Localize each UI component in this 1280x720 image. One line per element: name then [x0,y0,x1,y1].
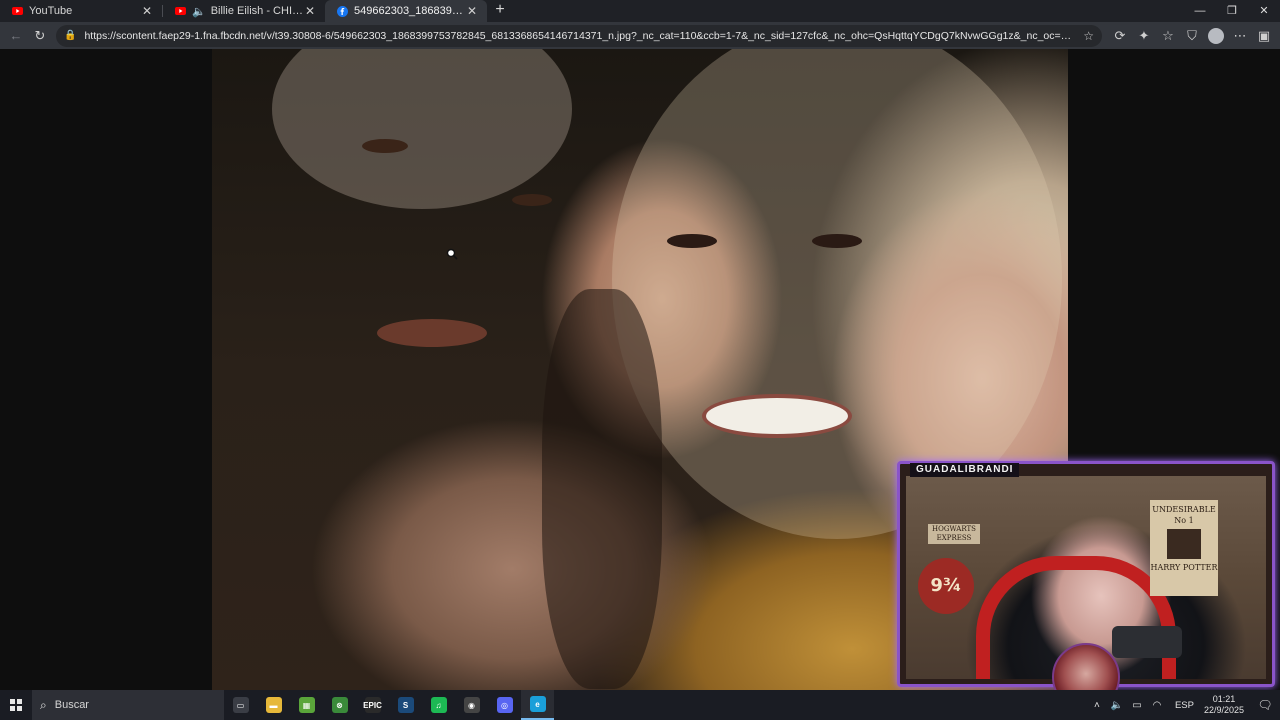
file-explorer-icon: ▬ [265,697,282,713]
discord-icon: ◎ [496,697,513,713]
system-tray: ˄ 🔈 ▭ ◠ ESP 01:21 22/9/2025 🗨 [1087,690,1280,720]
taskbar: ⌕ Buscar ▭ ▬ ▦ ⊗ EPIC S ♫ ◉ ◎ e ˄ 🔈 ▭ ◠ ESP 01:21… [0,690,1280,720]
hair-left [272,49,572,209]
taskbar-search[interactable]: ⌕ Buscar [32,690,224,720]
close-window-icon[interactable]: ✕ [1248,0,1280,22]
tab-youtube[interactable]: YouTube ✕ [0,0,162,22]
taskbar-app-file-explorer[interactable]: ▬ [257,690,290,720]
window-controls: — ❐ ✕ [1184,0,1280,22]
chevron-up-icon[interactable]: ˄ [1089,700,1105,711]
poster-portrait [1167,529,1201,559]
poster-number: No 1 [1174,516,1194,525]
browser-essentials-shield-icon[interactable]: ⛉ [1180,25,1204,47]
clock-date: 22/9/2025 [1203,705,1244,715]
taskbar-app-task-view[interactable]: ▭ [224,690,257,720]
restore-icon[interactable]: ❐ [1216,0,1248,22]
smile-right [702,394,852,438]
taskbar-app-chrome-like[interactable]: ◉ [455,690,488,720]
edge-icon: e [529,696,546,712]
taskbar-app-edge[interactable]: e [521,690,554,720]
tab-label: Billie Eilish - CHIHIRO (Offici [210,5,303,17]
chrome-like-icon: ◉ [463,697,480,713]
tab-strip: YouTube ✕ 🔈 Billie Eilish - CHIHIRO (Off… [0,0,1280,22]
taskbar-app-spotify[interactable]: ♫ [422,690,455,720]
taskbar-app-epic-games[interactable]: EPIC [356,690,389,720]
xbox-icon: ⊗ [331,697,348,713]
taskbar-app-steam[interactable]: S [389,690,422,720]
hogwarts-text: HOGWARTS [932,525,976,533]
eye-right-2 [812,234,862,248]
epic-games-icon: EPIC [363,697,382,713]
tab-facebook-image[interactable]: 549662303_1868399753782845_6 ✕ [325,0,487,22]
poster-caption: HARRY POTTER [1150,563,1218,572]
profile-avatar[interactable] [1208,27,1224,44]
favorite-star-icon[interactable]: ☆ [1083,29,1094,43]
close-tab-icon[interactable]: ✕ [140,4,154,18]
minimize-icon[interactable]: — [1184,0,1216,22]
network-icon[interactable]: ▭ [1129,700,1145,711]
eye-left-2 [512,194,552,206]
speaker-mute-icon[interactable]: 🔈 [192,5,206,18]
taskbar-app-xbox[interactable]: ⊗ [323,690,356,720]
tab-label: YouTube [29,5,73,17]
wifi-icon[interactable]: ◠ [1149,700,1165,711]
tab-billie-eilish[interactable]: 🔈 Billie Eilish - CHIHIRO (Offici ✕ [163,0,325,22]
minecraft-icon: ▦ [298,697,315,713]
close-tab-icon[interactable]: ✕ [465,4,479,18]
taskbar-app-minecraft[interactable]: ▦ [290,690,323,720]
clock-time: 01:21 [1212,694,1236,704]
taskbar-app-discord[interactable]: ◎ [488,690,521,720]
favorites-icon[interactable]: ☆ [1156,25,1180,47]
search-placeholder: Buscar [54,699,89,711]
close-tab-icon[interactable]: ✕ [303,4,317,18]
windows-logo-icon [10,699,22,711]
platform-sign: 9¾ [918,558,974,614]
task-view-icon: ▭ [232,697,249,713]
new-tab-button[interactable]: + [487,0,513,22]
undesirable-poster: UNDESIRABLE No 1 HARRY POTTER [1150,500,1218,596]
site-info-icon[interactable]: 🔒 [64,30,76,41]
browser-toolbar: ← ↻ 🔒 https://scontent.faep29-1.fna.fbcd… [0,22,1280,49]
eye-left-1 [362,139,408,153]
streamer-name: GUADALIBRANDI [910,463,1020,477]
extensions-refresh-icon[interactable]: ⟳ [1108,25,1132,47]
language-indicator[interactable]: ESP [1175,700,1194,711]
url-text: https://scontent.faep29-1.fna.fbcdn.net/… [84,29,1076,42]
refresh-icon[interactable]: ↻ [28,25,52,47]
youtube-icon [12,6,23,17]
express-text: EXPRESS [936,534,972,542]
clock[interactable]: 01:21 22/9/2025 [1204,694,1244,716]
tab-label: 549662303_1868399753782845_6 [354,5,465,17]
dark-hair-shadow [542,289,662,689]
youtube-icon [175,6,186,17]
start-button[interactable] [0,690,32,720]
volume-icon[interactable]: 🔈 [1109,700,1125,711]
hogwarts-express-sign: HOGWARTS EXPRESS [928,524,980,544]
eye-right-1 [667,234,717,248]
extension-puzzle-icon[interactable]: ✦ [1132,25,1156,47]
sidebar-toggle-icon[interactable]: ▣ [1252,25,1276,47]
microphone [1112,626,1182,658]
search-icon: ⌕ [40,697,47,712]
back-arrow-icon[interactable]: ← [4,25,28,47]
facebook-icon [337,5,348,17]
zoom-cursor-icon [446,248,458,263]
pinned-apps: ▭ ▬ ▦ ⊗ EPIC S ♫ ◉ ◎ e [224,690,554,720]
address-bar[interactable]: 🔒 https://scontent.faep29-1.fna.fbcdn.ne… [56,24,1102,47]
notifications-icon[interactable]: 🗨 [1254,698,1276,712]
steam-icon: S [397,697,414,713]
smile-left [377,319,487,347]
poster-title: UNDESIRABLE [1152,505,1216,514]
more-menu-icon[interactable]: ⋯ [1228,25,1252,47]
spotify-icon: ♫ [430,697,447,713]
